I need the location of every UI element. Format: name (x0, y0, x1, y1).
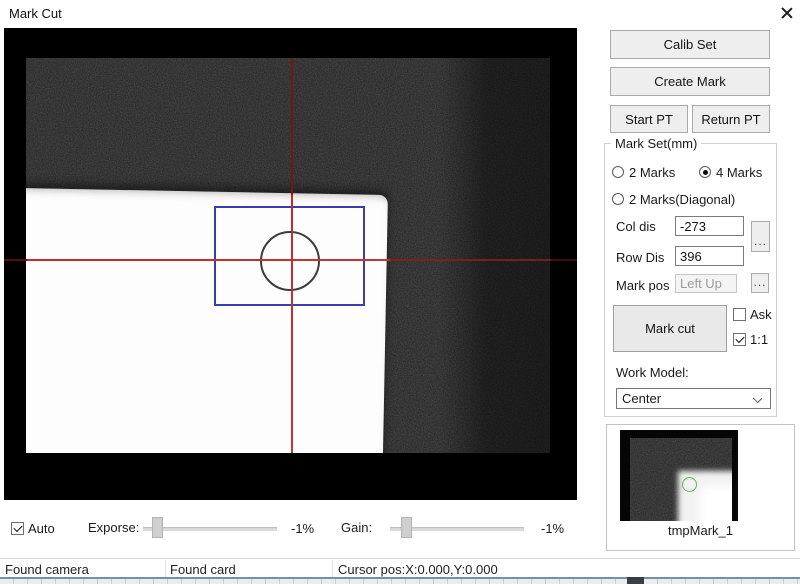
chevron-down-icon (753, 394, 762, 403)
thumbnail-label: tmpMark_1 (607, 523, 794, 538)
radio-2-marks-diagonal[interactable] (612, 193, 624, 205)
close-icon (780, 6, 794, 20)
thumbnail-mark-circle-icon (682, 477, 697, 492)
create-mark-button[interactable]: Create Mark (610, 67, 770, 96)
camera-image (26, 58, 550, 453)
ratio-1-1-checkbox-label: 1:1 (750, 332, 768, 347)
gain-value: -1% (541, 521, 564, 536)
start-pt-button[interactable]: Start PT (610, 105, 688, 133)
radio-4-marks[interactable] (699, 166, 711, 178)
col-row-dis-browse-button[interactable]: ... (751, 221, 770, 252)
exposure-slider-track[interactable] (143, 527, 277, 531)
thumbnail-card-glow (700, 486, 732, 521)
title-bar: Mark Cut (0, 0, 800, 28)
close-button[interactable] (776, 2, 798, 24)
gain-label: Gain: (341, 520, 372, 535)
auto-checkbox-label: Auto (28, 521, 55, 536)
thumbnail-image[interactable] (620, 430, 738, 521)
radio-4-marks-label: 4 Marks (716, 165, 762, 180)
ask-checkbox[interactable] (733, 308, 746, 321)
status-card: Found card (170, 562, 236, 577)
calib-set-button[interactable]: Calib Set (610, 30, 770, 59)
status-divider (332, 560, 333, 577)
row-dis-label: Row Dis (616, 250, 664, 265)
mark-set-group-label: Mark Set(mm) (611, 136, 701, 151)
row-dis-input[interactable] (675, 246, 744, 266)
status-divider (165, 560, 166, 577)
radio-2-marks-label: 2 Marks (629, 165, 675, 180)
mark-cut-button[interactable]: Mark cut (613, 305, 727, 352)
radio-2-marks-diagonal-label: 2 Marks(Diagonal) (629, 192, 735, 207)
auto-checkbox[interactable] (11, 522, 24, 535)
status-bar: Found camera Found card Cursor pos:X:0.0… (0, 558, 800, 577)
mark-pos-browse-button[interactable]: ... (751, 273, 769, 293)
status-camera: Found camera (5, 562, 89, 577)
status-cursor-pos: Cursor pos:X:0.000,Y:0.000 (338, 562, 498, 577)
taskbar-item (627, 577, 644, 584)
exposure-label: Exporse: (88, 520, 139, 535)
radio-2-marks[interactable] (612, 166, 624, 178)
exposure-value: -1% (291, 521, 314, 536)
col-dis-label: Col dis (616, 219, 656, 234)
mark-pos-input (675, 274, 737, 293)
thumbnail-panel: tmpMark_1 (606, 424, 795, 551)
mark-pos-label: Mark pos (616, 278, 669, 293)
col-dis-input[interactable] (675, 216, 744, 236)
work-model-select[interactable]: Center (616, 388, 771, 409)
exposure-slider-thumb[interactable] (152, 517, 163, 538)
thumbnail-noise-texture (630, 438, 732, 521)
gain-slider-thumb[interactable] (401, 517, 412, 538)
return-pt-button[interactable]: Return PT (692, 105, 770, 133)
ask-checkbox-label: Ask (750, 307, 772, 322)
ratio-1-1-checkbox[interactable] (733, 333, 746, 346)
crosshair-vertical-line (291, 58, 293, 453)
work-model-selected-value: Center (622, 391, 661, 406)
mark-circle (260, 231, 320, 291)
camera-view[interactable] (4, 28, 577, 500)
work-model-label: Work Model: (616, 365, 689, 380)
window-title: Mark Cut (9, 6, 62, 21)
taskbar-strip (0, 579, 800, 584)
